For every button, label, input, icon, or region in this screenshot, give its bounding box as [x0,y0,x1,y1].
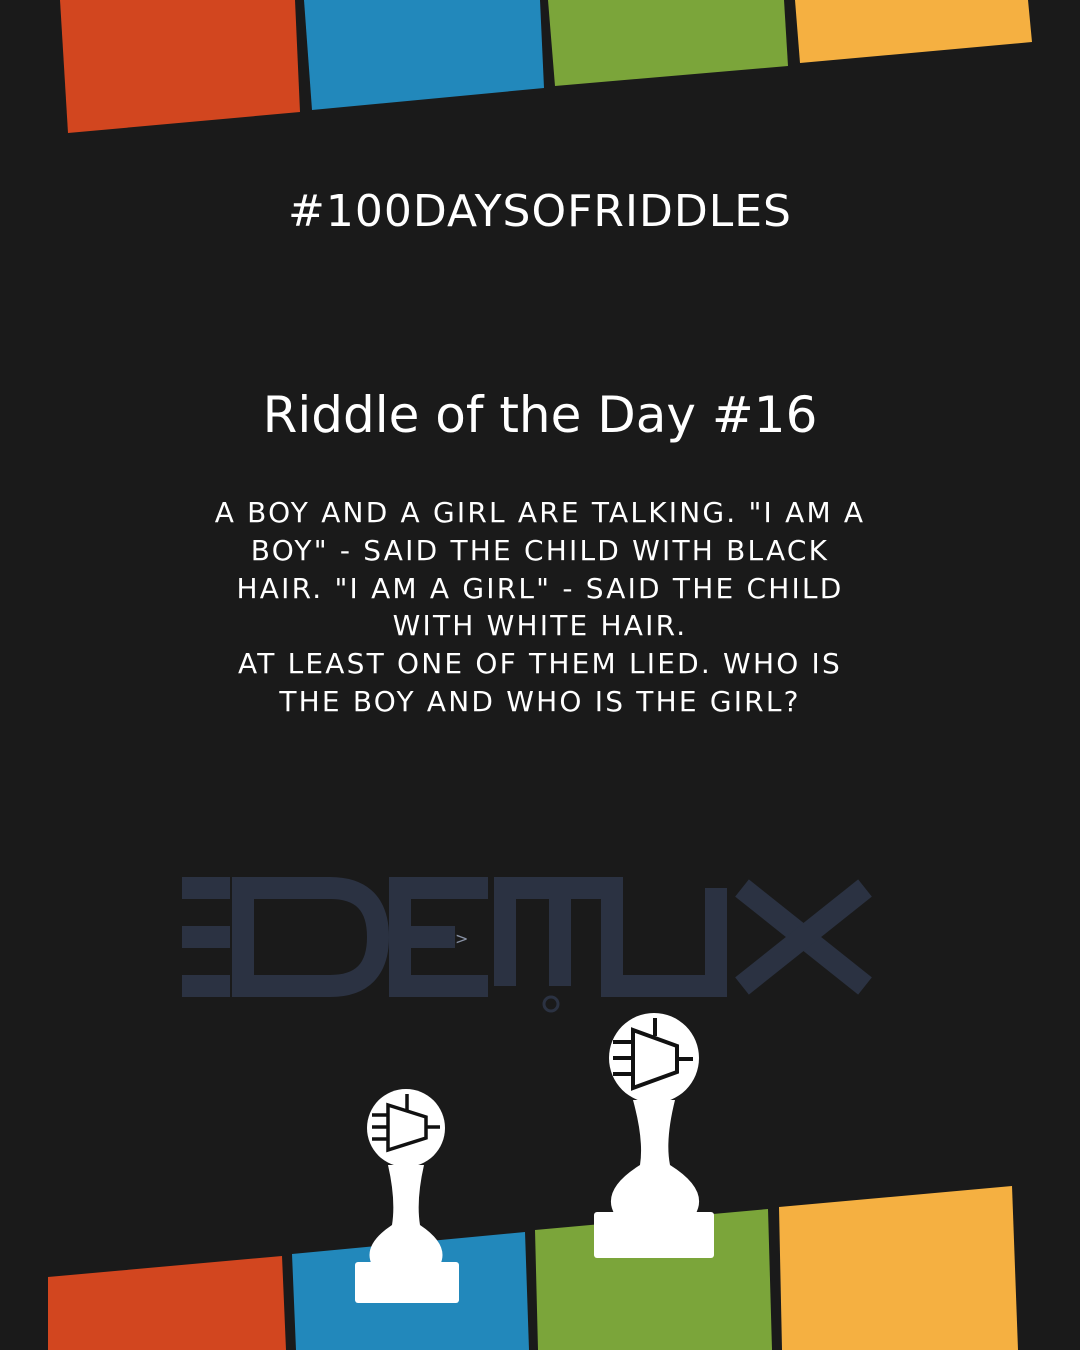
chess-pawn-icon [355,1089,459,1303]
tile-top-blue [304,0,544,110]
logo-arrow-icon: > [455,929,468,948]
page-title: Riddle of the Day #16 [262,386,818,444]
tile-bottom-red [48,1256,286,1350]
riddle-line: HAIR. "I AM A GIRL" - SAID THE CHILD [236,571,844,605]
demux-logo-icon [182,877,872,997]
riddle-line: A BOY AND A GIRL ARE TALKING. "I AM A [214,496,866,529]
riddle-text: A BOY AND A GIRL ARE TALKING. "I AM A BO… [160,494,920,721]
riddle-line: BOY" - SAID THE CHILD WITH BLACK [250,533,830,567]
tile-bottom-yellow [779,1186,1018,1350]
tile-top-red [60,0,300,133]
riddle-line: THE BOY AND WHO IS THE GIRL? [279,684,801,718]
chess-pawn-icon [594,1013,714,1258]
hashtag-heading: #100DAYSOFRIDDLES [288,186,792,237]
riddle-line: WITH WHITE HAIR. [392,609,688,643]
logo-node-icon [542,995,560,1013]
riddle-line: AT LEAST ONE OF THEM LIED. WHO IS [238,647,842,681]
tile-top-green [548,0,788,86]
tile-top-yellow [795,0,1032,63]
